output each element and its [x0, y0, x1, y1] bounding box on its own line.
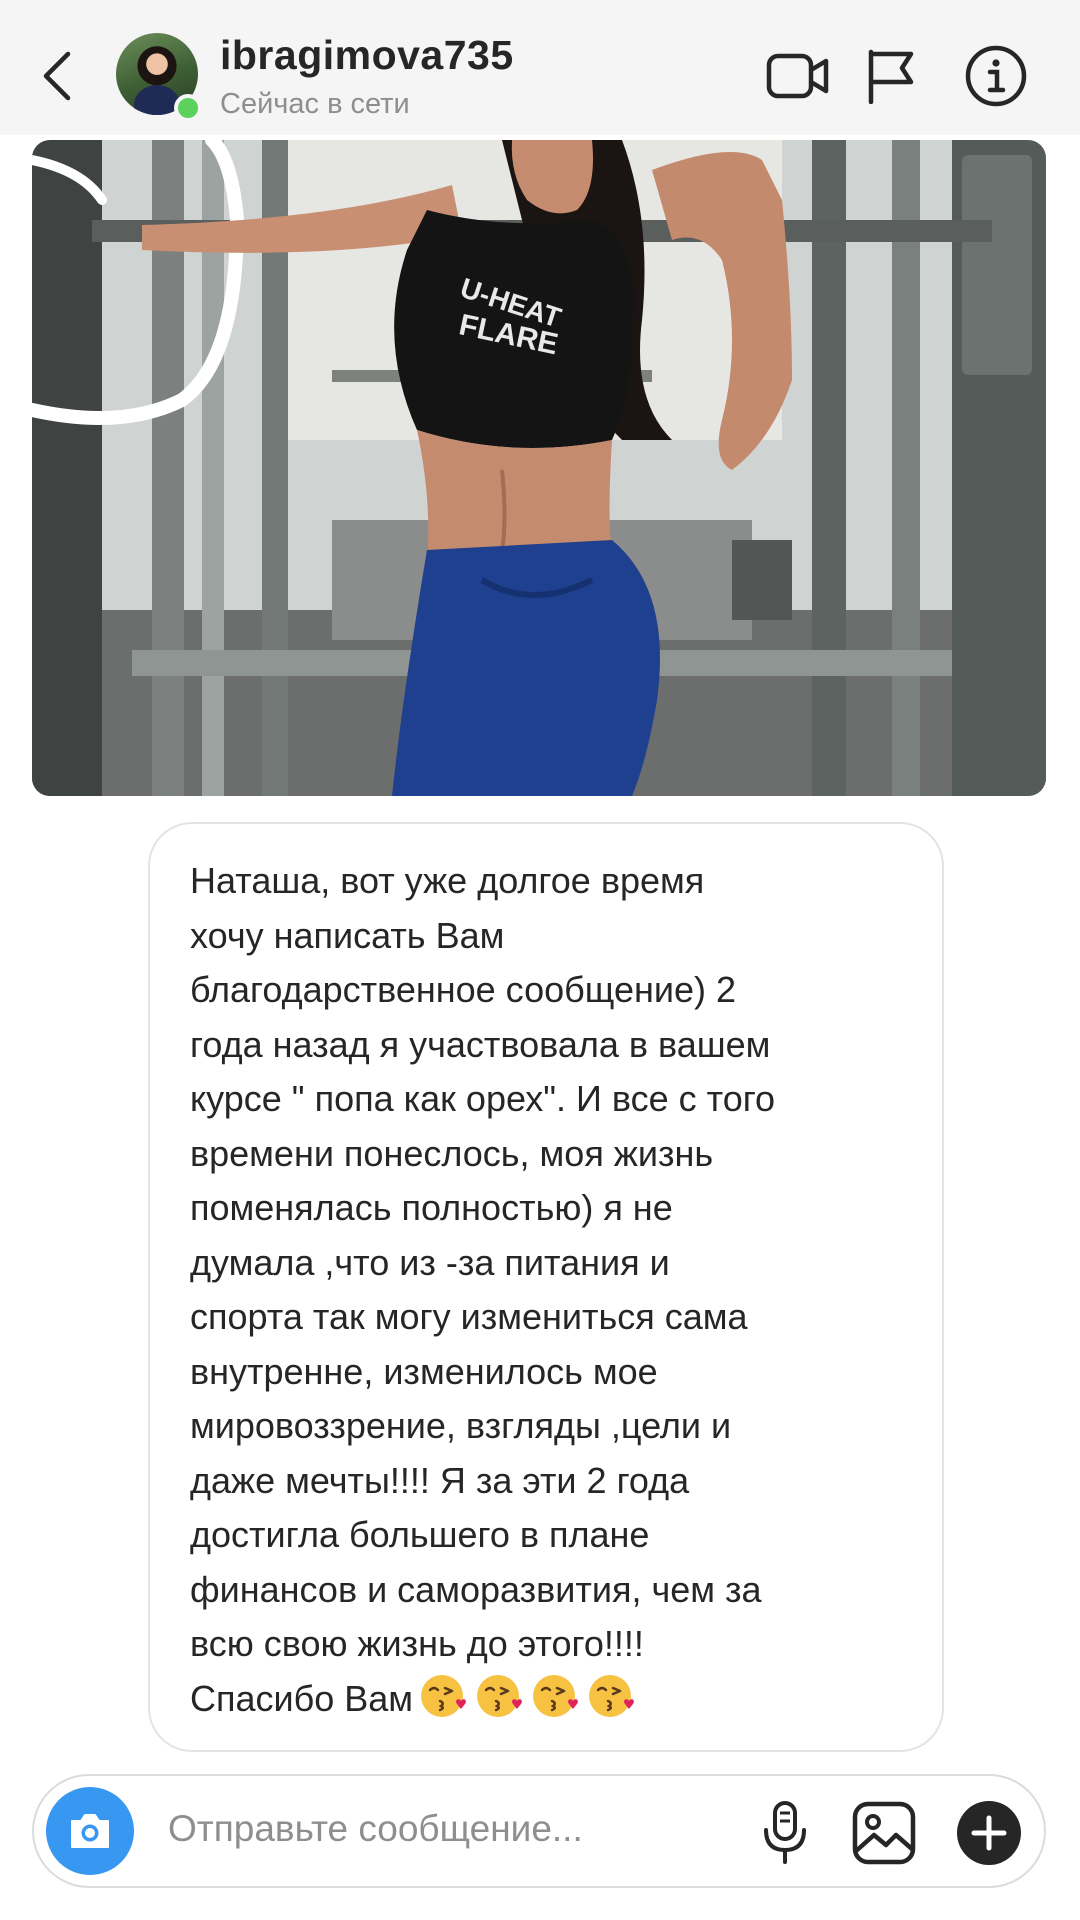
online-status: Сейчас в сети [220, 88, 410, 120]
emoji-group [413, 1674, 637, 1719]
chat-header: ibragimova735 Сейчас в сети [0, 0, 1080, 135]
message-bubble[interactable]: Наташа, вот уже долгое время хочу написа… [148, 822, 944, 1752]
kissing-face-emoji [421, 1674, 466, 1717]
video-call-icon[interactable] [766, 52, 830, 100]
message-input[interactable]: Отправьте сообщение... [168, 1808, 583, 1850]
message-text: Наташа, вот уже долгое время хочу написа… [190, 854, 902, 1726]
plus-icon[interactable] [956, 1800, 1022, 1866]
gym-photo: U-HEAT FLARE [32, 140, 1046, 796]
photo-message[interactable]: U-HEAT FLARE [32, 140, 1046, 796]
camera-button[interactable] [46, 1787, 134, 1875]
message-composer: Отправьте сообщение... [32, 1774, 1046, 1888]
message-body: Наташа, вот уже долгое время хочу написа… [190, 860, 776, 1719]
kissing-face-emoji [533, 1674, 578, 1717]
info-icon[interactable] [964, 44, 1028, 108]
online-indicator [174, 94, 202, 122]
kissing-face-emoji [589, 1674, 634, 1717]
gallery-icon[interactable] [852, 1801, 916, 1865]
kissing-face-emoji [477, 1674, 522, 1717]
username[interactable]: ibragimova735 [220, 32, 514, 79]
microphone-icon[interactable] [760, 1800, 810, 1866]
flag-icon[interactable] [866, 48, 916, 104]
camera-icon [71, 1814, 109, 1848]
back-icon[interactable] [38, 50, 78, 102]
